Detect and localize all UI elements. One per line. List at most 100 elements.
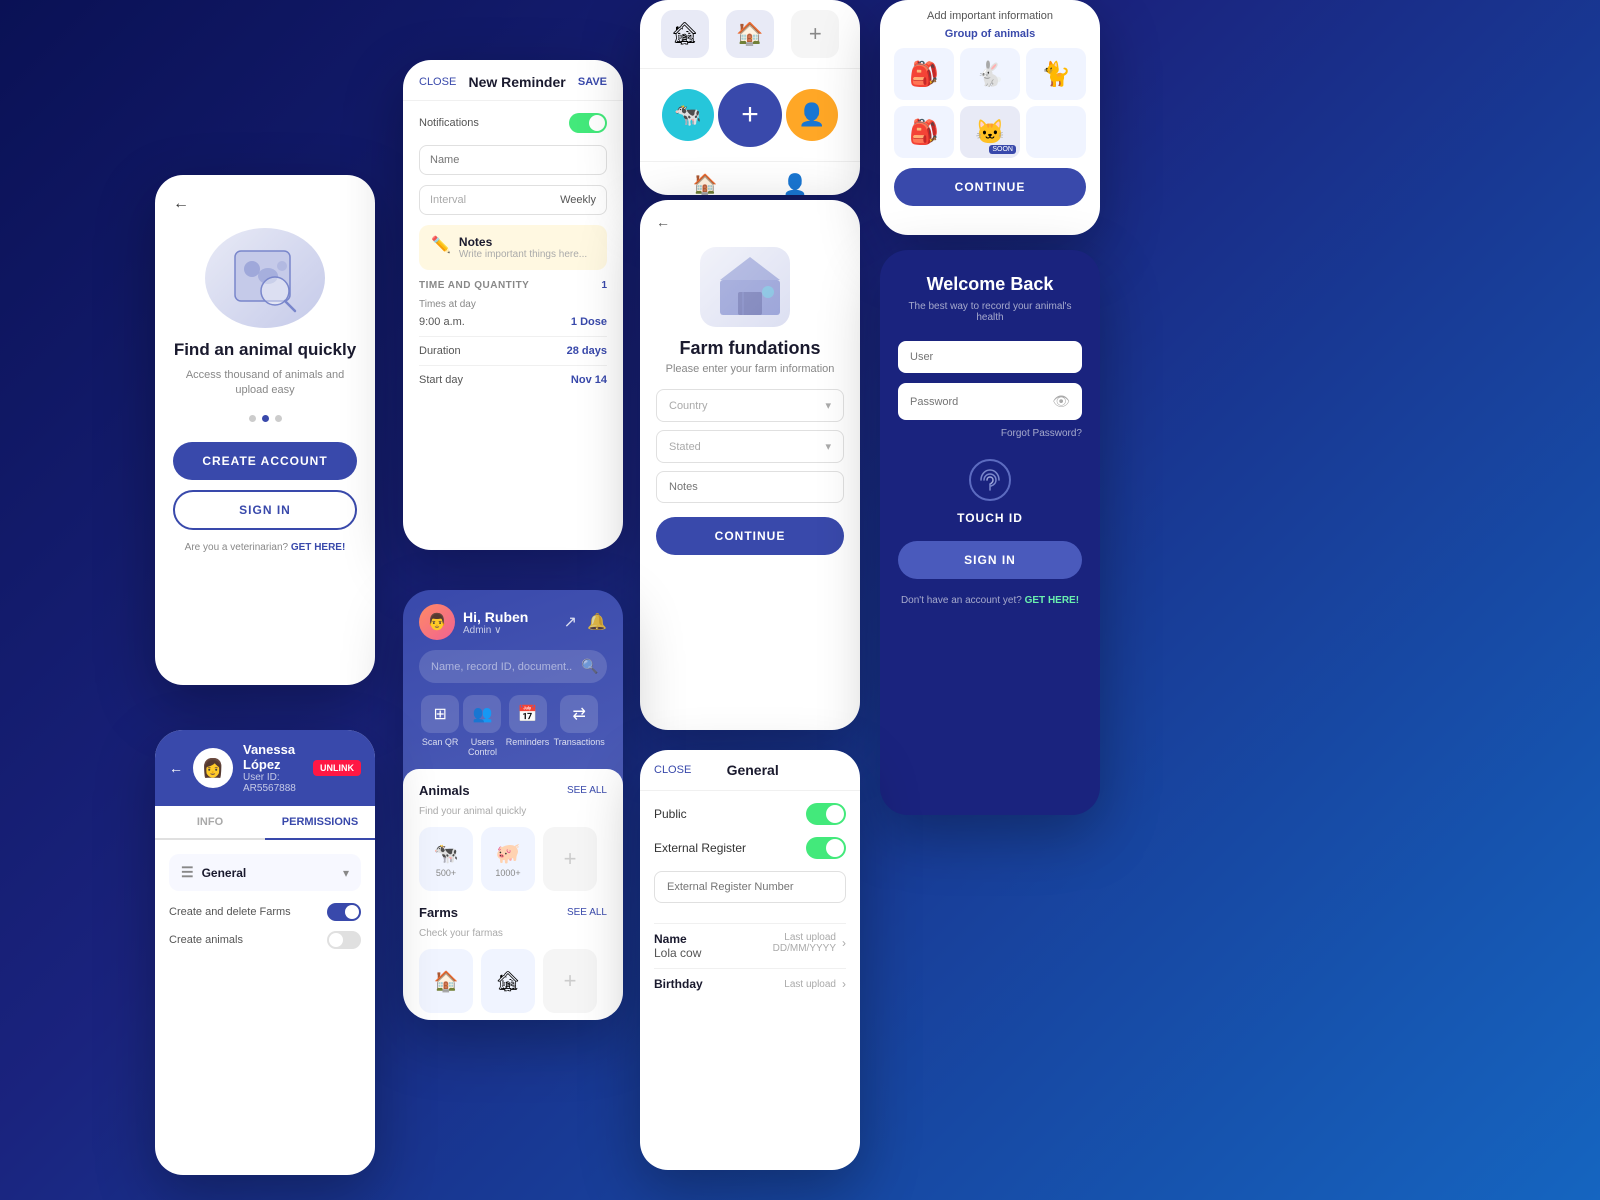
share-icon[interactable]: ↗ bbox=[564, 612, 577, 632]
orange-bubble[interactable]: 👤 bbox=[786, 89, 838, 141]
perm1-toggle[interactable] bbox=[327, 903, 361, 921]
farm-continue-button[interactable]: CONTINUE bbox=[656, 517, 844, 555]
search-input[interactable] bbox=[431, 661, 573, 673]
barn-icon-box[interactable]: 🏚 bbox=[661, 10, 709, 58]
start-row: Start day Nov 14 bbox=[419, 374, 607, 386]
farm-icon-box[interactable]: 🏠 bbox=[726, 10, 774, 58]
notes-box[interactable]: ✏️ Notes Write important things here... bbox=[419, 225, 607, 270]
vet-text: Are you a veterinarian? GET HERE! bbox=[185, 542, 346, 553]
unlink-button[interactable]: UNLINK bbox=[313, 760, 361, 776]
divider bbox=[654, 923, 846, 924]
reminder-name-input[interactable] bbox=[419, 145, 607, 175]
tab-info[interactable]: INFO bbox=[155, 806, 265, 838]
transactions-action[interactable]: ⇄ Transactions bbox=[554, 695, 605, 757]
general-section[interactable]: ☰ General ▾ bbox=[169, 854, 361, 891]
reminder-save-button[interactable]: SAVE bbox=[578, 76, 607, 88]
bell-icon[interactable]: 🔔 bbox=[587, 612, 607, 632]
animal-icons-row: 🏚 🏠 + bbox=[640, 0, 860, 69]
card-dashboard: 👨 Hi, Ruben Admin ∨ ↗ 🔔 🔍 ⊞ Scan QR 👥 Us… bbox=[403, 590, 623, 1020]
reminders-label: Reminders bbox=[506, 737, 550, 747]
notifications-toggle[interactable] bbox=[569, 113, 607, 133]
interval-value: Weekly bbox=[560, 194, 596, 206]
create-account-button[interactable]: CREATE ACCOUNT bbox=[173, 442, 357, 480]
sign-in-button[interactable]: SIGN IN bbox=[898, 541, 1082, 579]
dose-value: 1 Dose bbox=[571, 316, 607, 328]
navy-bubble-plus[interactable]: + bbox=[718, 83, 782, 147]
name-chevron-icon[interactable]: › bbox=[842, 936, 846, 950]
animal-card-2[interactable]: 🐖1000+ bbox=[481, 827, 535, 891]
times-label: Times at day bbox=[419, 299, 607, 310]
notifications-label: Notifications bbox=[419, 117, 479, 129]
ext-reg-input[interactable] bbox=[654, 871, 846, 903]
add-farm-card[interactable]: + bbox=[543, 949, 597, 1013]
find-animal-subtitle: Access thousand of animals and upload ea… bbox=[173, 368, 357, 399]
animal-card-1[interactable]: 🐄500+ bbox=[419, 827, 473, 891]
touch-id-section[interactable]: TOUCH ID bbox=[898, 455, 1082, 525]
profile-back-button[interactable]: ← bbox=[169, 760, 183, 776]
password-input[interactable] bbox=[910, 396, 1052, 408]
grid-item-backpack2[interactable]: 🎒 bbox=[894, 106, 954, 158]
back-arrow-icon[interactable]: ← bbox=[173, 195, 189, 213]
teal-bubble[interactable]: 🐄 bbox=[662, 89, 714, 141]
dot-2[interactable] bbox=[262, 415, 269, 422]
farms-see-all[interactable]: SEE ALL bbox=[567, 907, 607, 918]
scan-qr-label: Scan QR bbox=[422, 737, 459, 747]
home-nav-icon[interactable]: 🏠 bbox=[693, 172, 718, 195]
farm-back-button[interactable]: ← bbox=[656, 214, 670, 230]
animal-illustration bbox=[205, 228, 325, 328]
farms-header: Farms SEE ALL bbox=[419, 905, 607, 920]
notes-hint: Write important things here... bbox=[459, 249, 587, 260]
user-info: 👨 Hi, Ruben Admin ∨ bbox=[419, 604, 528, 640]
user-greeting: Hi, Ruben bbox=[463, 609, 528, 625]
header-icons: ↗ 🔔 bbox=[564, 612, 607, 632]
perm1-label: Create and delete Farms bbox=[169, 906, 291, 918]
sign-in-button[interactable]: SIGN IN bbox=[173, 490, 357, 530]
animals-see-all[interactable]: SEE ALL bbox=[567, 785, 607, 796]
dot-1[interactable] bbox=[249, 415, 256, 422]
tab-permissions[interactable]: PERMISSIONS bbox=[265, 806, 375, 840]
stated-label: Stated bbox=[669, 441, 701, 453]
stated-selector[interactable]: Stated ▾ bbox=[656, 430, 844, 463]
forgot-password-link[interactable]: Forgot Password? bbox=[898, 428, 1082, 439]
user-nav-icon[interactable]: 👤 bbox=[783, 172, 808, 195]
general-close-button[interactable]: CLOSE bbox=[654, 764, 691, 776]
add-icon-box[interactable]: + bbox=[791, 10, 839, 58]
grid-item-soon[interactable]: 🐱 SOON bbox=[960, 106, 1020, 158]
country-selector[interactable]: Country ▾ bbox=[656, 389, 844, 422]
birthday-chevron-icon[interactable]: › bbox=[842, 977, 846, 991]
reminder-close-button[interactable]: CLOSE bbox=[419, 76, 456, 88]
grid-item-backpack[interactable]: 🎒 bbox=[894, 48, 954, 100]
grid-item-cat[interactable]: 🐈 bbox=[1026, 48, 1086, 100]
pencil-icon: ✏️ bbox=[431, 235, 451, 255]
ext-reg-toggle[interactable] bbox=[806, 837, 846, 859]
eye-icon[interactable]: 👁 bbox=[1052, 393, 1070, 410]
public-label: Public bbox=[654, 807, 687, 821]
reminder-title: New Reminder bbox=[468, 74, 565, 90]
general-label: ☰ General bbox=[181, 864, 246, 881]
reminders-action[interactable]: 📅 Reminders bbox=[506, 695, 550, 757]
grid-item-rabbit[interactable]: 🐇 bbox=[960, 48, 1020, 100]
get-here-link[interactable]: GET HERE! bbox=[291, 542, 345, 553]
user-input[interactable] bbox=[898, 341, 1082, 373]
farm-card-1[interactable]: 🏠 bbox=[419, 949, 473, 1013]
public-toggle[interactable] bbox=[806, 803, 846, 825]
scan-qr-action[interactable]: ⊞ Scan QR bbox=[421, 695, 459, 757]
duration-label: Duration bbox=[419, 345, 461, 357]
interval-selector[interactable]: Interval Weekly bbox=[419, 185, 607, 215]
perm2-toggle[interactable] bbox=[327, 931, 361, 949]
groups-continue-button[interactable]: CONTINUE bbox=[894, 168, 1086, 206]
farm-notes-input[interactable] bbox=[656, 471, 844, 503]
group-link[interactable]: Group of animals bbox=[894, 28, 1086, 40]
welcome-title: Welcome Back bbox=[898, 274, 1082, 295]
profile-info: Vanessa López User ID: AR5567888 bbox=[243, 742, 303, 794]
animal-cards-row: 🐄500+ 🐖1000+ + bbox=[419, 827, 607, 891]
add-animal-card[interactable]: + bbox=[543, 827, 597, 891]
dot-3[interactable] bbox=[275, 415, 282, 422]
users-control-action[interactable]: 👥 UsersControl bbox=[463, 695, 501, 757]
touch-id-label: TOUCH ID bbox=[957, 511, 1023, 525]
search-bar[interactable]: 🔍 bbox=[419, 650, 607, 683]
scan-qr-icon: ⊞ bbox=[421, 695, 459, 733]
farm-card-2[interactable]: 🏚 bbox=[481, 949, 535, 1013]
tq-label: TIME AND QUANTITY bbox=[419, 280, 529, 291]
get-here-link[interactable]: GET HERE! bbox=[1025, 595, 1079, 606]
